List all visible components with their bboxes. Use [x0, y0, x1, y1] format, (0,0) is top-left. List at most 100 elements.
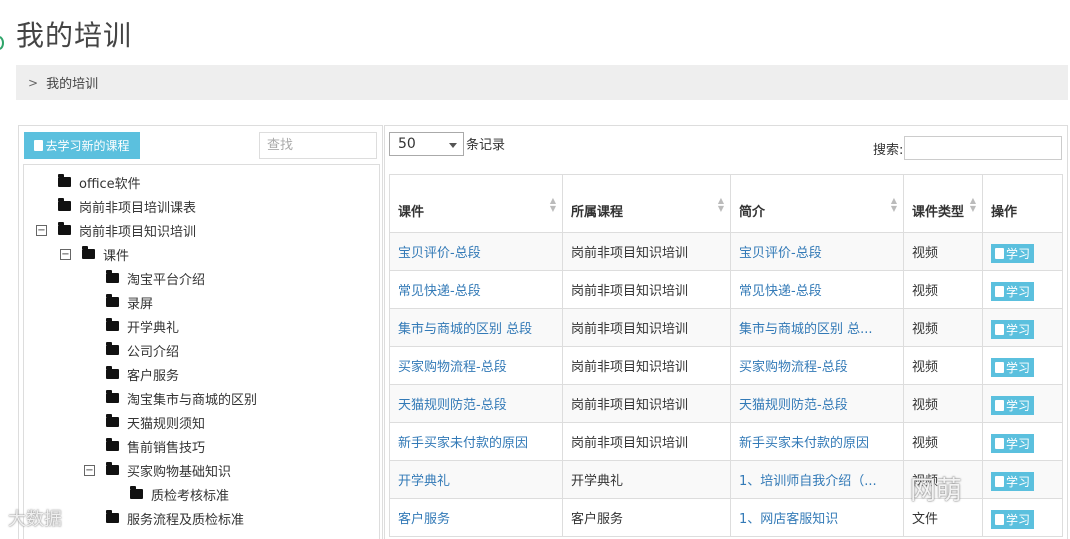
- folder-icon: [106, 318, 119, 331]
- cell-intro[interactable]: 宝贝评价-总段: [730, 232, 904, 271]
- tree-node[interactable]: 服务流程及质检标准: [106, 507, 244, 529]
- table-row: 集市与商城的区别 总段 岗前非项目知识培训 集市与商城的区别 总... 视频 学习: [389, 308, 1063, 347]
- cell-course: 岗前非项目知识培训: [562, 422, 731, 461]
- learn-new-course-button[interactable]: 去学习新的课程: [24, 132, 140, 159]
- column-header-intro[interactable]: 简介 ▲ ▼: [730, 174, 904, 233]
- tree-node[interactable]: 淘宝集市与商城的区别: [106, 387, 257, 409]
- document-icon: [995, 438, 1004, 449]
- cell-type: 视频: [903, 270, 983, 309]
- sort-icon: ▲ ▼: [549, 196, 556, 213]
- breadcrumb-item[interactable]: 我的培训: [46, 73, 98, 92]
- tree-node[interactable]: 课件: [82, 243, 129, 265]
- cell-course: 岗前非项目知识培训: [562, 384, 731, 423]
- folder-icon: [106, 270, 119, 283]
- tree-node[interactable]: 质检考核标准: [130, 483, 229, 505]
- table-row: 买家购物流程-总段 岗前非项目知识培训 买家购物流程-总段 视频 学习: [389, 346, 1063, 385]
- sort-icon: ▲ ▼: [890, 196, 897, 213]
- cell-courseware[interactable]: 常见快递-总段: [389, 270, 563, 309]
- document-icon: [995, 514, 1004, 525]
- cell-courseware[interactable]: 新手买家未付款的原因: [389, 422, 563, 461]
- sort-icon: ▲ ▼: [969, 196, 976, 213]
- cell-action: 学习: [982, 308, 1063, 347]
- cell-intro[interactable]: 常见快递-总段: [730, 270, 904, 309]
- tree-collapse-toggle[interactable]: −: [36, 225, 47, 236]
- tree-node[interactable]: 岗前非项目培训课表: [58, 195, 196, 217]
- breadcrumb: > 我的培训: [16, 65, 1068, 100]
- tree-node-label: 买家购物基础知识: [127, 464, 232, 480]
- cell-type: 视频: [903, 422, 983, 461]
- cell-intro[interactable]: 新手买家未付款的原因: [730, 422, 904, 461]
- cell-intro[interactable]: 买家购物流程-总段: [730, 346, 904, 385]
- study-button[interactable]: 学习: [991, 244, 1035, 263]
- accent-mark: [0, 36, 4, 50]
- cell-courseware[interactable]: 开学典礼: [389, 460, 563, 499]
- tree-node-label: 服务流程及质检标准: [127, 512, 245, 528]
- tree-node[interactable]: 淘宝平台介绍: [106, 267, 205, 289]
- table-search-input[interactable]: [904, 136, 1062, 160]
- cell-courseware[interactable]: 宝贝评价-总段: [389, 232, 563, 271]
- study-button[interactable]: 学习: [991, 396, 1035, 415]
- page-length-select[interactable]: 50: [389, 132, 464, 156]
- cell-action: 学习: [982, 498, 1063, 537]
- study-button[interactable]: 学习: [991, 472, 1035, 491]
- tree-node-label: 公司介绍: [127, 344, 180, 360]
- cell-action: 学习: [982, 346, 1063, 385]
- cell-courseware[interactable]: 客户服务: [389, 498, 563, 537]
- tree-collapse-toggle[interactable]: −: [60, 249, 71, 260]
- study-button[interactable]: 学习: [991, 320, 1035, 339]
- study-button[interactable]: 学习: [991, 282, 1035, 301]
- watermark-left: 大数据: [8, 509, 62, 530]
- cell-type: 视频: [903, 346, 983, 385]
- table-row: 常见快递-总段 岗前非项目知识培训 常见快递-总段 视频 学习: [389, 270, 1063, 309]
- folder-icon: [106, 342, 119, 355]
- folder-icon: [58, 222, 71, 235]
- folder-icon: [82, 246, 95, 259]
- tree-node[interactable]: 天猫规则须知: [106, 411, 205, 433]
- column-header-course[interactable]: 所属课程 ▲ ▼: [562, 174, 731, 233]
- cell-course: 岗前非项目知识培训: [562, 346, 731, 385]
- tree-node-label: 售前销售技巧: [127, 440, 206, 456]
- cell-intro[interactable]: 1、培训师自我介绍（...: [730, 460, 904, 499]
- cell-action: 学习: [982, 460, 1063, 499]
- cell-intro[interactable]: 集市与商城的区别 总...: [730, 308, 904, 347]
- tree-node[interactable]: 买家购物基础知识: [106, 459, 231, 481]
- cell-intro[interactable]: 1、网店客服知识: [730, 498, 904, 537]
- tree-node[interactable]: office软件: [58, 171, 141, 193]
- tree-collapse-toggle[interactable]: −: [84, 465, 95, 476]
- column-header-type[interactable]: 课件类型 ▲ ▼: [903, 174, 983, 233]
- tree-node[interactable]: 开学典礼: [106, 315, 179, 337]
- cell-intro[interactable]: 天猫规则防范-总段: [730, 384, 904, 423]
- tree-node-label: 客户服务: [127, 368, 180, 384]
- cell-action: 学习: [982, 384, 1063, 423]
- course-table-panel: 50 条记录 搜索: 课件 ▲ ▼ 所属课程 ▲ ▼ 简介 ▲ ▼ 课件类型 ▲ ▼ 操作 宝贝…: [384, 125, 1068, 539]
- tree-node[interactable]: 客户服务: [106, 363, 179, 385]
- cell-course: 客户服务: [562, 498, 731, 537]
- cell-type: 视频: [903, 308, 983, 347]
- cell-courseware[interactable]: 天猫规则防范-总段: [389, 384, 563, 423]
- tree-node-label: 岗前非项目知识培训: [79, 224, 197, 240]
- cell-courseware[interactable]: 集市与商城的区别 总段: [389, 308, 563, 347]
- study-button[interactable]: 学习: [991, 434, 1035, 453]
- column-header-courseware[interactable]: 课件 ▲ ▼: [389, 174, 563, 233]
- study-button[interactable]: 学习: [991, 358, 1035, 377]
- document-icon: [995, 476, 1004, 487]
- tree-node[interactable]: 售前销售技巧: [106, 435, 205, 457]
- tree-node-label: 质检考核标准: [151, 488, 230, 504]
- tree-node-label: 录屏: [127, 296, 154, 312]
- document-icon: [995, 324, 1004, 335]
- chevron-right-icon: >: [28, 75, 39, 90]
- tree-search-input[interactable]: [259, 132, 377, 159]
- tree-node-label: 天猫规则须知: [127, 416, 206, 432]
- tree-node[interactable]: 岗前非项目知识培训: [58, 219, 196, 241]
- folder-icon: [58, 174, 71, 187]
- study-button[interactable]: 学习: [991, 510, 1035, 529]
- tree-node[interactable]: 录屏: [106, 291, 153, 313]
- course-tree: office软件 岗前非项目培训课表 − 岗前非项目知识培训 − 课件 淘宝平台介绍 录屏 开学…: [23, 164, 380, 539]
- table-row: 天猫规则防范-总段 岗前非项目知识培训 天猫规则防范-总段 视频 学习: [389, 384, 1063, 423]
- tree-node[interactable]: 公司介绍: [106, 339, 179, 361]
- cell-type: 视频: [903, 384, 983, 423]
- cell-courseware[interactable]: 买家购物流程-总段: [389, 346, 563, 385]
- folder-icon: [106, 390, 119, 403]
- cell-type: 视频: [903, 232, 983, 271]
- search-label: 搜索:: [873, 143, 904, 158]
